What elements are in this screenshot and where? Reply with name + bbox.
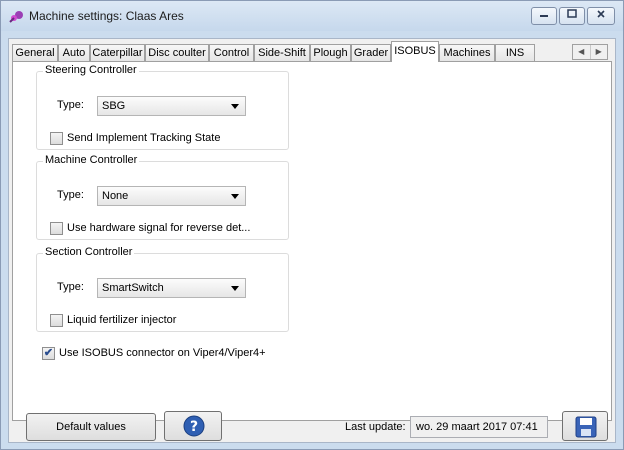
app-icon — [9, 9, 25, 23]
type-label: Type: — [57, 99, 84, 111]
chevron-down-icon — [231, 194, 239, 199]
tab-label: Disc coulter — [148, 47, 206, 59]
save-button[interactable] — [562, 411, 608, 441]
button-label: Default values — [56, 421, 126, 433]
liquid-fertilizer-checkbox[interactable] — [50, 314, 63, 327]
minimize-button[interactable] — [531, 7, 557, 25]
tab-machines[interactable]: Machines — [439, 44, 495, 61]
tab-scroll-left-icon[interactable]: ◀ — [573, 45, 591, 59]
machine-settings-window: Machine settings: Claas Ares General Aut… — [0, 0, 624, 450]
close-icon — [588, 9, 614, 22]
close-button[interactable] — [587, 7, 615, 25]
tab-label: Caterpillar — [92, 47, 143, 59]
tab-label: INS — [505, 47, 525, 59]
machine-type-dropdown[interactable]: None — [97, 186, 246, 206]
tab-control[interactable]: Control — [209, 44, 254, 61]
tab-label: ISOBUS — [394, 45, 436, 57]
dropdown-value: SmartSwitch — [102, 282, 164, 294]
default-values-button[interactable]: Default values — [26, 413, 156, 441]
tab-disc-coulter[interactable]: Disc coulter — [145, 44, 209, 61]
window-title: Machine settings: Claas Ares — [29, 9, 184, 23]
machine-controller-group: Machine Controller Type: None Use hardwa… — [36, 154, 289, 240]
maximize-icon — [560, 9, 584, 22]
steering-controller-group: Steering Controller Type: SBG Send Imple… — [36, 64, 289, 150]
tab-side-shift[interactable]: Side-Shift — [254, 44, 310, 61]
send-tracking-state-checkbox[interactable] — [50, 132, 63, 145]
type-label: Type: — [57, 189, 84, 201]
tab-label: Plough — [313, 47, 348, 59]
minimize-icon — [532, 9, 556, 22]
isobus-connector-checkbox[interactable]: ✔ — [42, 347, 55, 360]
group-title: Steering Controller — [43, 64, 139, 76]
tab-label: Control — [213, 47, 250, 59]
type-label: Type: — [57, 281, 84, 293]
tab-scroll-buttons: ◀ ▶ — [572, 44, 608, 60]
section-type-dropdown[interactable]: SmartSwitch — [97, 278, 246, 298]
tab-label: Side-Shift — [258, 47, 306, 59]
isobus-connector-label: Use ISOBUS connector on Viper4/Viper4+ — [59, 347, 266, 359]
tab-strip: General Auto Caterpillar Disc coulter Co… — [12, 41, 612, 62]
tab-grader[interactable]: Grader — [351, 44, 391, 61]
last-update-field: wo. 29 maart 2017 07:41 — [410, 416, 548, 438]
checkmark-icon: ✔ — [43, 347, 54, 359]
question-mark-icon: ? — [183, 415, 205, 440]
tab-general[interactable]: General — [12, 44, 58, 61]
tab-label: General — [15, 47, 55, 59]
tab-label: Auto — [62, 47, 86, 59]
dropdown-value: SBG — [102, 100, 126, 112]
group-title: Section Controller — [43, 246, 135, 258]
isobus-tab-page: Steering Controller Type: SBG Send Imple… — [12, 61, 612, 421]
tab-ins[interactable]: INS — [495, 44, 535, 61]
tab-auto[interactable]: Auto — [58, 44, 90, 61]
checkbox-label: Send Implement Tracking State — [67, 132, 221, 144]
chevron-down-icon — [231, 104, 239, 109]
tab-label: Grader — [353, 47, 389, 59]
section-controller-group: Section Controller Type: SmartSwitch Liq… — [36, 246, 289, 332]
dropdown-value: None — [102, 190, 129, 202]
tab-isobus[interactable]: ISOBUS — [391, 41, 439, 62]
hardware-reverse-signal-checkbox[interactable] — [50, 222, 63, 235]
last-update-label: Last update: — [345, 421, 406, 433]
steering-type-dropdown[interactable]: SBG — [97, 96, 246, 116]
tab-label: Machines — [443, 47, 491, 59]
maximize-button[interactable] — [559, 7, 585, 25]
help-button[interactable]: ? — [164, 411, 222, 441]
checkbox-label: Liquid fertilizer injector — [67, 314, 177, 326]
chevron-down-icon — [231, 286, 239, 291]
client-area: General Auto Caterpillar Disc coulter Co… — [8, 38, 616, 443]
tab-caterpillar[interactable]: Caterpillar — [90, 44, 145, 61]
tab-plough[interactable]: Plough — [310, 44, 351, 61]
svg-text:?: ? — [190, 419, 198, 435]
group-title: Machine Controller — [43, 154, 140, 166]
title-bar[interactable]: Machine settings: Claas Ares — [1, 1, 623, 31]
tab-scroll-right-icon[interactable]: ▶ — [591, 45, 608, 59]
floppy-disk-icon — [575, 416, 597, 441]
checkbox-label: Use hardware signal for reverse det... — [67, 222, 251, 234]
